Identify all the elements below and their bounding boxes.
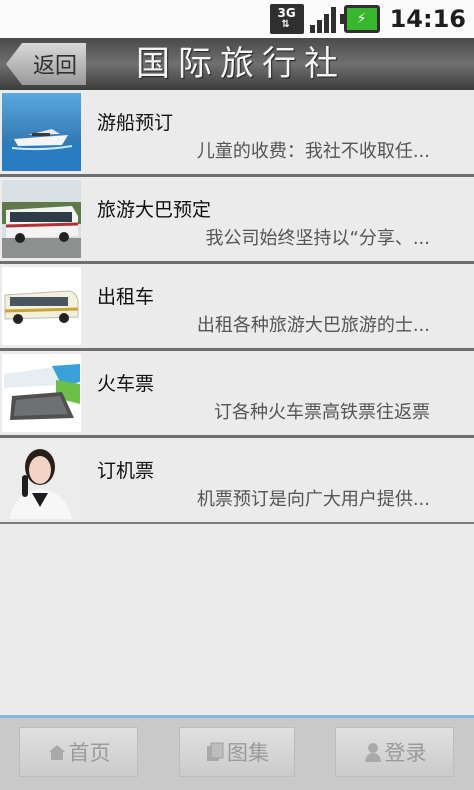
user-icon <box>363 741 383 763</box>
network-type: 3G <box>277 6 296 20</box>
network-3g-icon: 3G ⇅ <box>269 4 304 34</box>
item-subtitle: 出租各种旅游大巴旅游的士... <box>196 315 430 336</box>
tab-gallery-label: 图集 <box>227 741 269 765</box>
list-item-train[interactable]: 火车票 订各种火车票高铁票往返票 <box>0 351 474 438</box>
tour-bus-image <box>2 180 81 258</box>
item-subtitle: 儿童的收费：我社不收取任... <box>196 141 430 162</box>
train-ticket-image <box>2 354 81 432</box>
tab-home[interactable]: 首页 <box>19 727 138 777</box>
item-title: 旅游大巴预定 <box>97 199 212 221</box>
signal-icon <box>309 5 336 33</box>
home-icon <box>47 742 67 762</box>
battery-icon: ⚡ <box>339 5 380 33</box>
list-item-flight[interactable]: 订机票 机票预订是向广大用户提供... <box>0 438 474 524</box>
tab-home-label: 首页 <box>68 741 111 765</box>
item-subtitle: 订各种火车票高铁票往返票 <box>214 402 430 423</box>
status-time: 14:16 <box>389 5 466 33</box>
back-button[interactable]: 返回 <box>6 43 86 85</box>
item-subtitle: 机票预订是向广大用户提供... <box>196 489 430 510</box>
back-button-label: 返回 <box>32 54 77 79</box>
item-title: 出租车 <box>97 286 155 308</box>
item-title: 订机票 <box>97 460 155 482</box>
list-item-tour-bus[interactable]: 旅游大巴预定 我公司始终坚持以“分享、... <box>0 177 474 264</box>
tab-login-label: 登录 <box>384 741 427 765</box>
gallery-icon <box>205 741 225 763</box>
tab-gallery[interactable]: 图集 <box>179 727 295 777</box>
title-bar: 返回 国际旅行社 <box>0 38 474 90</box>
service-list: 游船预订 儿童的收费：我社不收取任... 旅游大巴预定 我公司始终坚持以“分享、… <box>0 90 474 524</box>
item-title: 游船预订 <box>97 112 174 134</box>
page-title: 国际旅行社 <box>136 44 346 84</box>
tab-login[interactable]: 登录 <box>335 727 454 777</box>
bottom-tab-bar: 首页 图集 登录 <box>0 715 474 790</box>
cruise-ship-image <box>2 93 81 171</box>
agent-photo-image <box>2 441 81 519</box>
item-subtitle: 我公司始终坚持以“分享、... <box>205 228 431 249</box>
list-item-cruise[interactable]: 游船预订 儿童的收费：我社不收取任... <box>0 90 474 177</box>
item-title: 火车票 <box>97 373 155 395</box>
list-item-taxi[interactable]: 出租车 出租各种旅游大巴旅游的士... <box>0 264 474 351</box>
minibus-image <box>2 267 81 345</box>
status-bar: 3G ⇅ ⚡ 14:16 <box>0 0 474 38</box>
